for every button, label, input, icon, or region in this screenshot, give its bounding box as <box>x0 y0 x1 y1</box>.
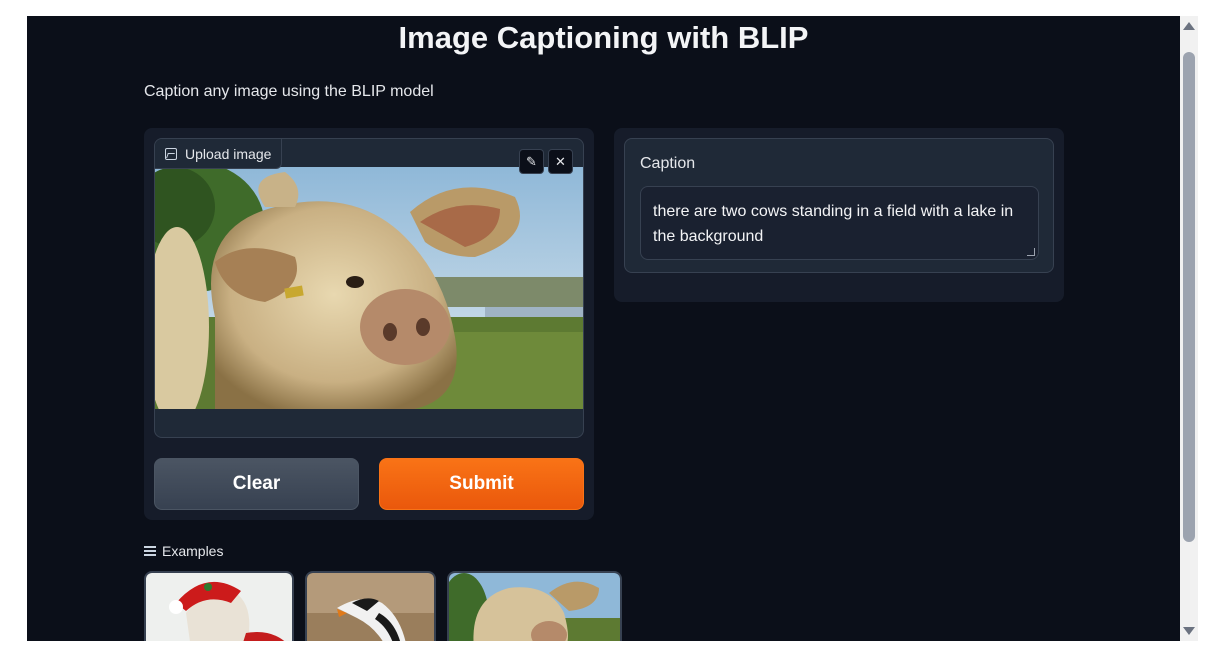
caption-block: Caption there are two cows standing in a… <box>624 138 1054 273</box>
list-icon <box>144 546 156 556</box>
resize-handle-icon[interactable] <box>1027 248 1035 256</box>
close-icon: ✕ <box>555 153 566 169</box>
pencil-icon: ✎ <box>526 153 537 169</box>
scroll-up-icon[interactable] <box>1183 22 1195 30</box>
example-thumbnail[interactable] <box>144 571 294 641</box>
remove-image-button[interactable]: ✕ <box>548 149 573 174</box>
upload-label-text: Upload image <box>185 145 272 162</box>
app-frame: Image Captioning with BLIP Caption any i… <box>27 16 1180 641</box>
caption-value: there are two cows standing in a field w… <box>653 203 1014 245</box>
scrollbar-thumb[interactable] <box>1183 52 1195 542</box>
caption-label: Caption <box>640 155 696 172</box>
page-description: Caption any image using the BLIP model <box>144 83 434 100</box>
image-upload-area[interactable]: Upload image ✎ ✕ <box>154 138 584 438</box>
page-title: Image Captioning with BLIP <box>398 20 809 55</box>
bird-image <box>307 573 434 641</box>
image-tools: ✎ ✕ <box>519 149 573 174</box>
uploaded-cow-image <box>155 167 583 409</box>
image-icon <box>165 147 177 160</box>
examples-label: Examples <box>162 543 224 559</box>
submit-button[interactable]: Submit <box>379 458 584 510</box>
cow-image <box>449 573 620 641</box>
edit-button[interactable]: ✎ <box>519 149 544 174</box>
dog-in-santa-hat-image <box>146 573 292 641</box>
examples-header: Examples <box>144 543 223 559</box>
page-scrollbar[interactable] <box>1180 16 1198 641</box>
example-thumbnail[interactable] <box>447 571 622 641</box>
example-thumbnail[interactable] <box>305 571 436 641</box>
clear-button[interactable]: Clear <box>154 458 359 510</box>
scroll-down-icon[interactable] <box>1183 627 1195 635</box>
caption-textarea[interactable]: there are two cows standing in a field w… <box>640 186 1039 260</box>
input-panel: Upload image ✎ ✕ Clear Submit <box>144 128 594 520</box>
output-panel: Caption there are two cows standing in a… <box>614 128 1064 302</box>
upload-image-label: Upload image <box>155 139 283 169</box>
